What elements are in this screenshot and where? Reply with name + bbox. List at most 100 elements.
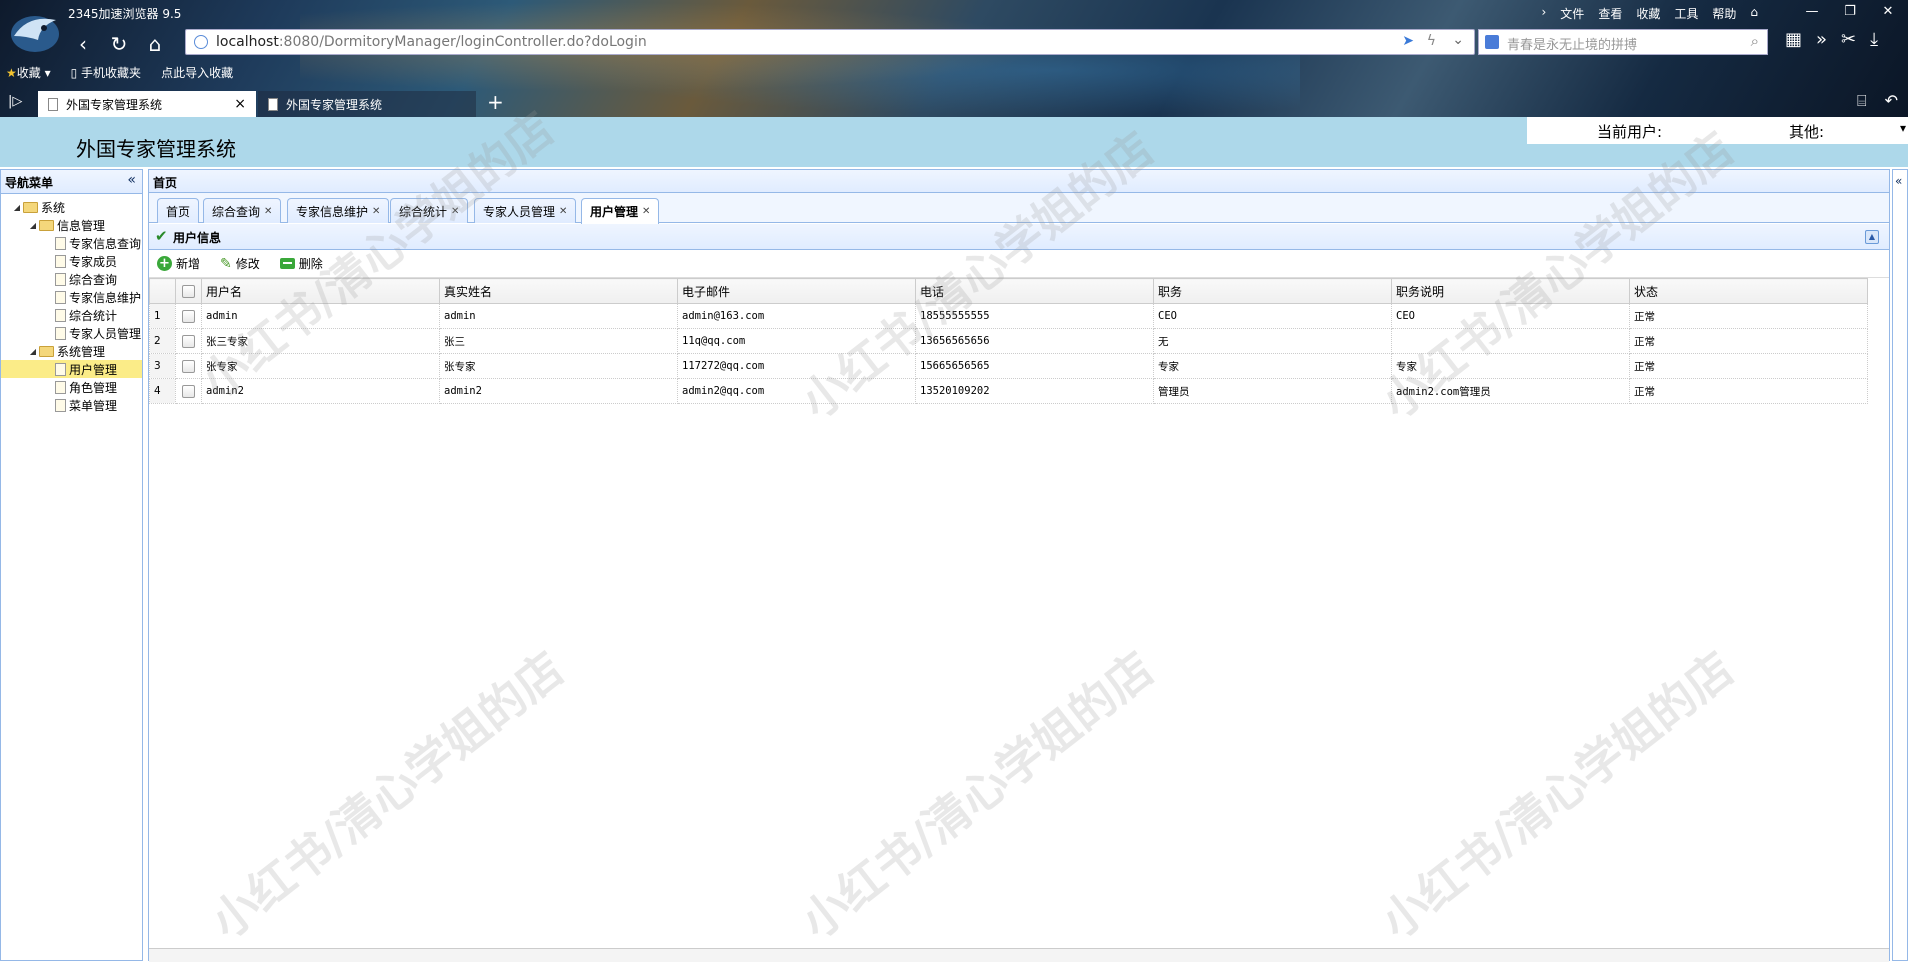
menu-file[interactable]: 文件: [1560, 5, 1584, 22]
sidebar-toggle-icon[interactable]: |▷: [8, 94, 22, 109]
bookmark-mobile[interactable]: ▯ 手机收藏夹: [71, 64, 141, 81]
row-checkbox[interactable]: [182, 359, 195, 373]
column-header[interactable]: 真实姓名: [439, 278, 678, 304]
nav-tree-node[interactable]: 用户管理: [1, 360, 142, 378]
nav-tree-node[interactable]: 角色管理: [1, 378, 142, 396]
table-row[interactable]: 2 张三专家 张三 11q@qq.com 13656565656 无 正常: [149, 328, 1868, 354]
browser-title: 2345加速浏览器 9.5: [68, 7, 182, 21]
close-tab-icon[interactable]: ✕: [264, 206, 272, 217]
chevron-down-icon[interactable]: ⌄: [1452, 32, 1464, 48]
column-header[interactable]: 职务: [1153, 278, 1392, 304]
table-cell: 13520109202: [915, 378, 1154, 404]
content-tab[interactable]: 综合统计 ✕: [390, 198, 469, 223]
content-tab[interactable]: 专家人员管理 ✕: [474, 198, 577, 223]
column-header[interactable]: 用户名: [201, 278, 440, 304]
close-tab-icon[interactable]: ✕: [451, 206, 459, 217]
undo-icon[interactable]: ↶: [1885, 91, 1898, 111]
close-tab-icon[interactable]: ✕: [559, 206, 567, 217]
row-select-cell[interactable]: [175, 353, 202, 379]
row-checkbox[interactable]: [182, 384, 195, 398]
rocket-icon[interactable]: ➤: [1402, 33, 1414, 49]
column-header[interactable]: 职务说明: [1391, 278, 1630, 304]
address-url[interactable]: localhost:8080/DormitoryManager/loginCon…: [216, 34, 647, 50]
menu-arrow-icon[interactable]: ›: [1541, 5, 1546, 22]
nav-tree-node[interactable]: 综合查询: [1, 270, 142, 288]
table-row[interactable]: 3 张专家 张专家 117272@qq.com 15665656565 专家 专家 正常: [149, 353, 1868, 379]
table-cell: 专家: [1391, 353, 1630, 379]
header-select-all[interactable]: [175, 278, 202, 304]
column-header[interactable]: 电话: [915, 278, 1154, 304]
remove-icon: [279, 258, 295, 269]
nav-tree-node[interactable]: 综合统计: [1, 306, 142, 324]
nav-tree-node[interactable]: 专家信息查询: [1, 234, 142, 252]
close-tab-icon[interactable]: ✕: [372, 206, 380, 217]
bolt-icon[interactable]: ϟ: [1427, 33, 1436, 49]
content-tab[interactable]: 用户管理 ✕: [581, 198, 660, 224]
address-bar[interactable]: localhost:8080/DormitoryManager/loginCon…: [185, 29, 1475, 55]
table-row[interactable]: 1 admin admin admin@163.com 18555555555 CEO CE…: [149, 303, 1868, 329]
row-checkbox[interactable]: [182, 309, 195, 323]
bookmark-import[interactable]: 点此导入收藏: [161, 64, 233, 81]
main-header: 首页: [149, 170, 1889, 193]
nav-tree-node[interactable]: 专家成员: [1, 252, 142, 270]
minimize-icon[interactable]: —: [1796, 3, 1828, 21]
expand-arrow-icon[interactable]: ◢: [27, 347, 39, 356]
close-tab-icon[interactable]: ×: [234, 96, 246, 112]
expand-arrow-icon[interactable]: ◢: [27, 221, 39, 230]
browser-tab-active[interactable]: 外国专家管理系统 ×: [38, 91, 256, 117]
nav-tree-node[interactable]: ◢ 系统: [1, 198, 142, 216]
collapse-left-icon[interactable]: «: [127, 172, 136, 188]
row-select-cell[interactable]: [175, 303, 202, 329]
delete-button[interactable]: 删除: [279, 255, 323, 272]
menu-tools[interactable]: 工具: [1674, 5, 1698, 22]
collapse-panel-icon[interactable]: ▲: [1865, 230, 1879, 244]
close-window-icon[interactable]: ✕: [1872, 3, 1904, 21]
table-row[interactable]: 4 admin2 admin2 admin2@qq.com 13520109202 管理员…: [149, 378, 1868, 404]
nav-tree-node[interactable]: 菜单管理: [1, 396, 142, 414]
edit-button[interactable]: ✎ 修改: [220, 255, 260, 272]
close-tab-icon[interactable]: ✕: [642, 206, 650, 217]
reload-icon[interactable]: ↻: [106, 31, 132, 57]
back-icon[interactable]: ‹: [70, 31, 96, 57]
nav-tree-node[interactable]: ◢ 系统管理: [1, 342, 142, 360]
column-header[interactable]: 状态: [1629, 278, 1868, 304]
app-title: 外国专家管理系统: [76, 137, 236, 161]
home-icon[interactable]: ⌂: [142, 31, 168, 57]
nav-tree-node[interactable]: 专家人员管理: [1, 324, 142, 342]
site-info-icon[interactable]: [194, 35, 208, 49]
skin-icon[interactable]: ⌂: [1750, 5, 1758, 22]
row-checkbox[interactable]: [182, 334, 195, 348]
search-icon[interactable]: ⌕: [1751, 32, 1759, 50]
nav-tree-node[interactable]: 专家信息维护: [1, 288, 142, 306]
scissors-icon[interactable]: ✂: [1841, 29, 1856, 50]
closed-tabs-icon[interactable]: ⌸: [1857, 91, 1867, 111]
table-cell: 正常: [1629, 353, 1868, 379]
expand-right-icon[interactable]: «: [1895, 174, 1902, 188]
content-tab[interactable]: 综合查询 ✕: [203, 198, 282, 223]
content-tab[interactable]: 首页: [157, 198, 200, 223]
nav-tree-node[interactable]: ◢ 信息管理: [1, 216, 142, 234]
add-button[interactable]: + 新增: [157, 255, 200, 272]
restore-icon[interactable]: ❐: [1834, 3, 1866, 21]
select-all-checkbox[interactable]: [182, 284, 195, 298]
apps-icon[interactable]: ▦: [1785, 29, 1802, 50]
download-icon[interactable]: ⤓: [1870, 29, 1878, 50]
menu-favorites[interactable]: 收藏: [1636, 5, 1660, 22]
content-tab[interactable]: 专家信息维护 ✕: [287, 198, 390, 223]
menu-view[interactable]: 查看: [1598, 5, 1622, 22]
search-engine-icon[interactable]: [1485, 35, 1499, 49]
menu-help[interactable]: 帮助: [1712, 5, 1736, 22]
column-header[interactable]: 电子邮件: [677, 278, 916, 304]
table-cell: [1391, 328, 1630, 354]
new-tab-icon[interactable]: +: [487, 90, 504, 114]
more-icon[interactable]: »: [1816, 29, 1827, 50]
expand-arrow-icon[interactable]: ◢: [11, 203, 23, 212]
browser-search-box[interactable]: 青春是永无止境的拼搏 ⌕: [1478, 29, 1768, 55]
row-select-cell[interactable]: [175, 328, 202, 354]
bookmark-favorites[interactable]: ★收藏 ▾: [6, 64, 51, 81]
nav-tree-label: 信息管理: [57, 218, 106, 233]
caret-down-icon[interactable]: ▾: [1900, 121, 1906, 135]
other-label[interactable]: 其他:: [1789, 121, 1824, 142]
row-select-cell[interactable]: [175, 378, 202, 404]
browser-tab[interactable]: 外国专家管理系统: [258, 91, 476, 117]
